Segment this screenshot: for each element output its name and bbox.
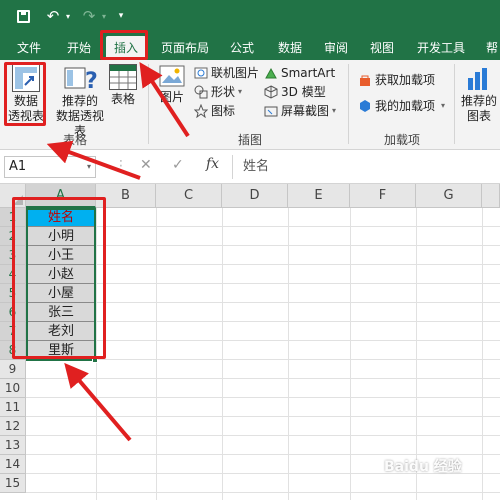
row-header[interactable]: 12 bbox=[0, 417, 26, 436]
recommended-charts-label-1: 推荐的 bbox=[460, 94, 497, 108]
tab-review[interactable]: 审阅 bbox=[320, 36, 352, 60]
shapes-label: 形状 bbox=[211, 85, 236, 99]
tables-group-label: 表格 bbox=[62, 133, 87, 147]
recommended-pivot-icon: ? bbox=[63, 64, 98, 94]
my-addins-dropdown-icon: ▾ bbox=[441, 101, 446, 110]
addins-group-label: 加载项 bbox=[383, 133, 420, 147]
highlight-insert-tab bbox=[100, 30, 148, 60]
column-header-d[interactable]: D bbox=[222, 184, 288, 208]
tab-data[interactable]: 数据 bbox=[274, 36, 306, 60]
get-addins-button[interactable]: 获取加载项 bbox=[358, 72, 435, 88]
smartart-button[interactable]: SmartArt bbox=[264, 65, 335, 81]
ribbon-tabs: 文件 开始 插入 页面布局 公式 数据 审阅 视图 开发工具 帮 bbox=[0, 32, 500, 60]
row-header[interactable]: 11 bbox=[0, 398, 26, 417]
title-bar: ↶ ▾ ↷ ▾ ▾ bbox=[0, 0, 500, 32]
table-label: 表格 bbox=[110, 92, 135, 106]
3d-model-label: 3D 模型 bbox=[281, 85, 326, 99]
online-picture-icon bbox=[194, 66, 208, 80]
svg-text:?: ? bbox=[85, 69, 97, 92]
smartart-icon bbox=[264, 66, 278, 80]
recommended-charts-button[interactable]: 推荐的 图表 bbox=[458, 64, 500, 124]
ribbon-separator bbox=[454, 64, 455, 144]
screenshot-label: 屏幕截图 bbox=[281, 104, 330, 118]
watermark: Baidu 经验 bbox=[384, 459, 462, 475]
icons-label: 图标 bbox=[211, 104, 236, 118]
store-icon bbox=[358, 73, 372, 87]
shapes-dropdown-icon: ▾ bbox=[238, 87, 243, 96]
table-icon bbox=[109, 64, 137, 90]
online-picture-button[interactable]: 联机图片 bbox=[194, 65, 259, 81]
column-header-h[interactable] bbox=[482, 184, 500, 208]
formula-bar-grip-icon: ⋮ bbox=[114, 158, 128, 174]
icons-icon bbox=[193, 103, 209, 119]
shapes-icon bbox=[194, 85, 208, 99]
get-addins-label: 获取加载项 bbox=[375, 73, 436, 87]
insert-function-icon[interactable]: fx bbox=[206, 156, 219, 172]
tab-file[interactable]: 文件 bbox=[14, 36, 44, 60]
recommended-charts-icon bbox=[465, 64, 493, 92]
row-header[interactable]: 13 bbox=[0, 436, 26, 455]
formula-input[interactable]: 姓名 bbox=[232, 155, 500, 179]
name-box[interactable]: A1 ▾ bbox=[4, 156, 96, 178]
tab-view[interactable]: 视图 bbox=[366, 36, 398, 60]
shapes-button[interactable]: 形状 ▾ bbox=[194, 84, 242, 100]
save-icon[interactable] bbox=[14, 6, 32, 26]
cancel-icon[interactable]: ✕ bbox=[140, 157, 152, 173]
highlight-data-range bbox=[12, 197, 106, 359]
smartart-label: SmartArt bbox=[281, 66, 336, 80]
row-header[interactable]: 15 bbox=[0, 474, 26, 493]
column-header-c[interactable]: C bbox=[156, 184, 222, 208]
screenshot-dropdown-icon: ▾ bbox=[332, 106, 337, 115]
tab-home[interactable]: 开始 bbox=[62, 36, 96, 60]
formula-bar: A1 ▾ ⋮ ✕ ✓ fx 姓名 bbox=[0, 150, 500, 184]
undo-icon[interactable]: ↶ bbox=[44, 6, 62, 26]
redo-dropdown-icon[interactable]: ▾ bbox=[100, 6, 108, 26]
row-header[interactable]: 10 bbox=[0, 379, 26, 398]
picture-button[interactable]: 图片 bbox=[154, 64, 190, 105]
ribbon-separator bbox=[348, 64, 349, 144]
tab-page-layout[interactable]: 页面布局 bbox=[158, 36, 212, 60]
screenshot-icon bbox=[264, 104, 278, 118]
tab-formulas[interactable]: 公式 bbox=[226, 36, 258, 60]
tab-help[interactable]: 帮 bbox=[484, 36, 500, 60]
recommended-pivot-button[interactable]: ? 推荐的 数据透视表 bbox=[52, 64, 108, 139]
column-header-f[interactable]: F bbox=[350, 184, 416, 208]
highlight-pivot-table bbox=[4, 62, 46, 126]
ribbon-separator bbox=[148, 64, 149, 144]
icons-button[interactable]: 图标 bbox=[193, 103, 236, 119]
column-header-e[interactable]: E bbox=[288, 184, 350, 208]
recommended-charts-label-2: 图表 bbox=[466, 109, 491, 123]
redo-icon[interactable]: ↷ bbox=[80, 6, 98, 26]
my-addins-button[interactable]: 我的加载项 ▾ bbox=[358, 98, 445, 114]
3d-model-icon bbox=[264, 85, 278, 99]
online-picture-label: 联机图片 bbox=[211, 66, 260, 80]
addins-icon bbox=[358, 99, 372, 113]
customize-qat-icon[interactable]: ▾ bbox=[116, 6, 126, 26]
ribbon: 数据 透视表 ? 推荐的 数据透视表 表格 表格 图片 联机图片 形状 ▾ 图标 bbox=[0, 60, 500, 150]
tab-developer[interactable]: 开发工具 bbox=[414, 36, 468, 60]
undo-dropdown-icon[interactable]: ▾ bbox=[64, 6, 72, 26]
picture-icon bbox=[159, 64, 185, 88]
table-button[interactable]: 表格 bbox=[106, 64, 140, 107]
screenshot-button[interactable]: 屏幕截图 ▾ bbox=[264, 103, 336, 119]
picture-label: 图片 bbox=[159, 90, 184, 104]
illustrations-group-label: 插图 bbox=[237, 133, 262, 147]
column-header-g[interactable]: G bbox=[416, 184, 482, 208]
recommended-pivot-label-1: 推荐的 bbox=[61, 94, 98, 108]
row-header[interactable]: 14 bbox=[0, 455, 26, 474]
row-header[interactable]: 9 bbox=[0, 360, 26, 379]
3d-model-button[interactable]: 3D 模型 bbox=[264, 84, 326, 100]
enter-icon[interactable]: ✓ bbox=[172, 157, 184, 173]
name-box-dropdown-icon[interactable]: ▾ bbox=[87, 157, 91, 177]
my-addins-label: 我的加载项 bbox=[375, 99, 436, 113]
name-box-value: A1 bbox=[9, 159, 27, 174]
